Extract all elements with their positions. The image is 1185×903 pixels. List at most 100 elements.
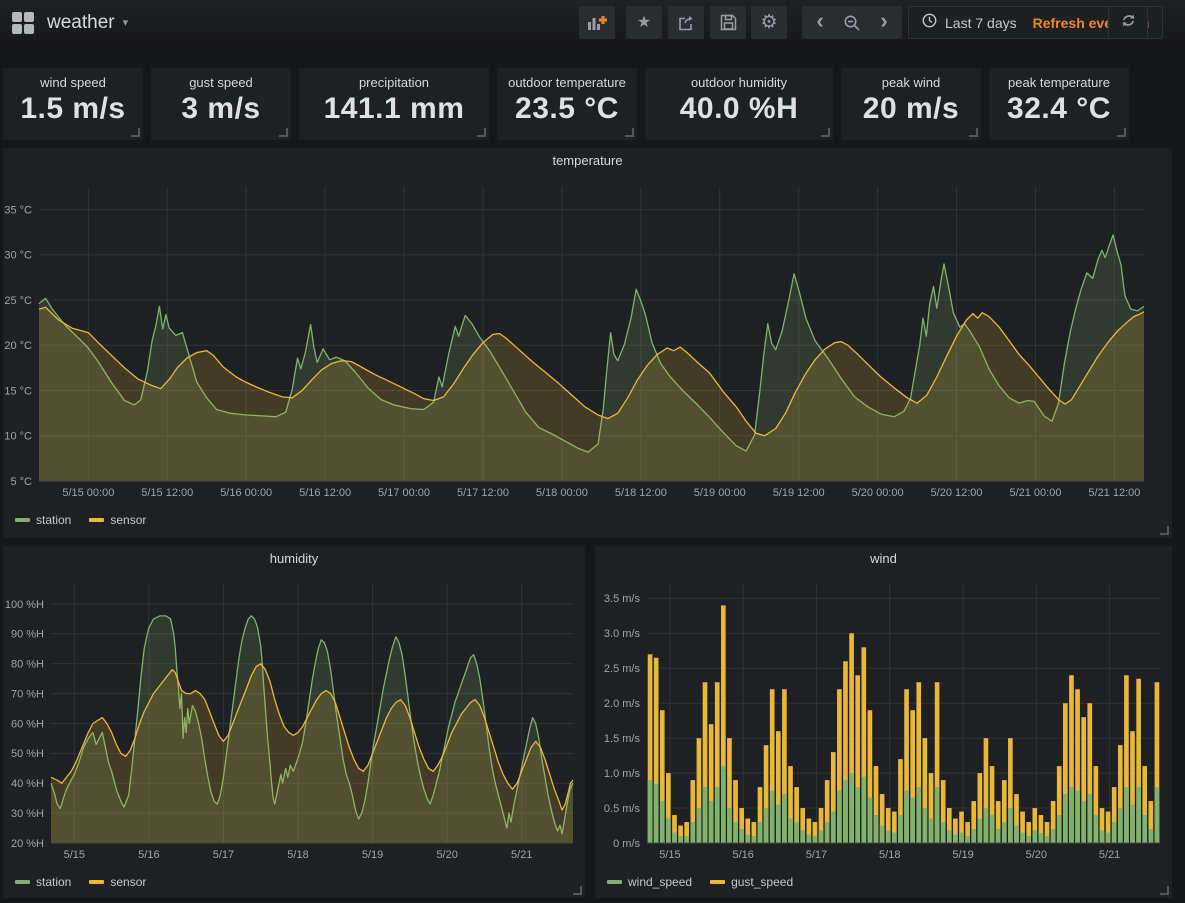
share-icon [677,15,695,31]
stat-value: 20 m/s [841,92,981,126]
legend-swatch [15,880,30,884]
svg-text:3.5 m/s: 3.5 m/s [604,593,641,605]
svg-text:5/15 00:00: 5/15 00:00 [62,487,114,499]
caret-down-icon: ▾ [123,16,129,29]
star-button[interactable]: ★ [626,6,662,39]
temperature-chart[interactable]: 35 °C30 °C25 °C20 °C15 °C10 °C5 °C5/15 0… [3,173,1172,503]
add-panel-icon [587,15,607,31]
panel-title[interactable]: temperature [3,148,1172,173]
share-button[interactable] [668,6,704,39]
stat-panel-peak-temperature: peak temperature 32.4 °C [989,68,1129,140]
legend-item-station[interactable]: station [15,875,71,889]
legend-item-wind_speed[interactable]: wind_speed [607,875,692,889]
stat-value: 1.5 m/s [3,92,143,126]
svg-text:20 °C: 20 °C [4,340,32,352]
wind-chart[interactable]: 3.5 m/s3.0 m/s2.5 m/s2.0 m/s1.5 m/s1.0 m… [595,571,1172,865]
svg-text:30 %H: 30 %H [11,808,44,820]
svg-text:5/20: 5/20 [1026,849,1047,861]
stat-panel-peak-wind: peak wind 20 m/s [841,68,981,140]
zoom-out-button[interactable] [834,6,870,39]
panel-title[interactable]: wind [595,546,1172,571]
chevron-right-icon: › [880,10,887,32]
navbar: weather ▾ ★ [0,0,1185,45]
panel-humidity: humidity 100 %H90 %H80 %H70 %H60 %H50 %H… [3,546,585,898]
svg-text:80 %H: 80 %H [11,659,44,671]
dashboards-grid-icon[interactable] [12,12,34,34]
legend-item-sensor[interactable]: sensor [89,513,146,527]
stat-title[interactable]: peak temperature [989,75,1129,90]
star-icon: ★ [637,15,651,31]
svg-text:5/20: 5/20 [436,849,457,861]
legend-swatch [89,518,104,522]
legend-item-station[interactable]: station [15,513,71,527]
dashboard-title-dropdown[interactable]: weather ▾ [47,12,128,34]
humidity-chart[interactable]: 100 %H90 %H80 %H70 %H60 %H50 %H40 %H30 %… [3,571,585,865]
time-range-label: Last 7 days [945,15,1017,31]
time-back-button[interactable]: ‹ [802,6,838,39]
time-forward-button[interactable]: › [866,6,902,39]
panel-resize-handle[interactable] [1160,526,1169,535]
gear-icon: ⚙ [760,13,777,32]
panel-resize-handle[interactable] [1160,886,1169,895]
svg-text:35 °C: 35 °C [4,204,32,216]
svg-text:2.0 m/s: 2.0 m/s [604,698,641,710]
svg-text:5/16: 5/16 [138,849,159,861]
legend-swatch [15,518,30,522]
svg-text:2.5 m/s: 2.5 m/s [604,663,641,675]
temperature-legend: station sensor [3,508,1172,527]
legend-swatch [89,880,104,884]
panel-resize-handle[interactable] [821,128,830,137]
legend-label: sensor [110,875,146,889]
svg-text:50 %H: 50 %H [11,748,44,760]
stat-title[interactable]: peak wind [841,75,981,90]
svg-text:5/19 00:00: 5/19 00:00 [694,487,746,499]
legend-swatch [710,880,725,884]
stat-value: 23.5 °C [497,92,637,126]
stat-title[interactable]: outdoor temperature [497,75,637,90]
svg-text:5/15: 5/15 [64,849,85,861]
grafana-dashboard: weather ▾ ★ [0,0,1185,903]
clock-icon [922,13,937,33]
page-title: weather [47,12,115,34]
legend-swatch [607,880,622,884]
add-panel-button[interactable] [579,6,615,39]
panel-resize-handle[interactable] [625,128,634,137]
svg-text:5/20 00:00: 5/20 00:00 [852,487,904,499]
svg-text:0 m/s: 0 m/s [613,838,640,850]
svg-text:20 %H: 20 %H [11,838,44,850]
stat-value: 3 m/s [151,92,291,126]
stat-value: 141.1 mm [299,92,489,126]
stat-panel-outdoor-temperature: outdoor temperature 23.5 °C [497,68,637,140]
panel-resize-handle[interactable] [477,128,486,137]
svg-text:100 %H: 100 %H [5,599,44,611]
panel-resize-handle[interactable] [969,128,978,137]
legend-item-sensor[interactable]: sensor [89,875,146,889]
legend-label: station [36,875,71,889]
stat-panel-wind-speed: wind speed 1.5 m/s [3,68,143,140]
svg-text:5/18: 5/18 [287,849,308,861]
wind-legend: wind_speed gust_speed [595,870,1172,889]
svg-text:5/15: 5/15 [659,849,680,861]
panel-resize-handle[interactable] [573,886,582,895]
save-icon [720,14,737,31]
panel-wind: wind 3.5 m/s3.0 m/s2.5 m/s2.0 m/s1.5 m/s… [595,546,1172,898]
panel-title[interactable]: humidity [3,546,585,571]
panel-temperature: temperature 35 °C30 °C25 °C20 °C15 °C10 … [3,148,1172,538]
panel-resize-handle[interactable] [131,128,140,137]
settings-button[interactable]: ⚙ [751,6,787,39]
svg-text:5/18: 5/18 [879,849,900,861]
stat-title[interactable]: gust speed [151,75,291,90]
svg-text:1.0 m/s: 1.0 m/s [604,768,641,780]
svg-text:70 %H: 70 %H [11,688,44,700]
stat-title[interactable]: precipitation [299,75,489,90]
refresh-button[interactable] [1108,6,1148,39]
svg-text:60 %H: 60 %H [11,718,44,730]
save-button[interactable] [710,6,746,39]
svg-text:5/16 12:00: 5/16 12:00 [299,487,351,499]
stat-title[interactable]: wind speed [3,75,143,90]
panel-resize-handle[interactable] [1117,128,1126,137]
panel-resize-handle[interactable] [279,128,288,137]
stat-title[interactable]: outdoor humidity [645,75,833,90]
legend-item-gust_speed[interactable]: gust_speed [710,875,793,889]
svg-text:15 °C: 15 °C [4,385,32,397]
